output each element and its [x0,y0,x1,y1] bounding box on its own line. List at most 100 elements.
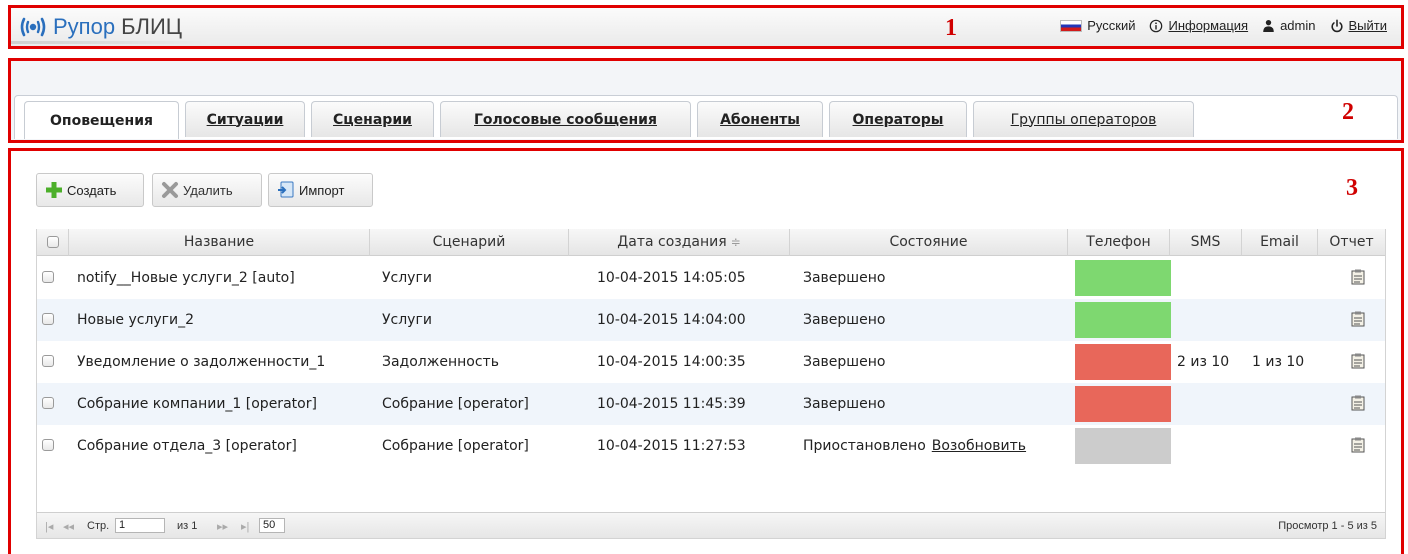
row-date: 10-04-2015 11:45:39 [597,396,746,412]
column-header-email[interactable]: Email [1242,229,1318,256]
row-state-label: Завершено [803,270,886,286]
logo-suffix: БЛИЦ [121,14,183,39]
row-sms: 2 из 10 [1177,354,1230,370]
column-header-name[interactable]: Название [69,229,370,256]
row-state-label: Приостановлено [803,438,926,454]
report-icon[interactable] [1351,437,1365,453]
row-name: Уведомление о задолженности_1 [77,354,326,370]
per-page-select[interactable]: 50 [259,518,285,533]
tab-notifications[interactable]: Оповещения [24,101,179,139]
row-state: Завершено [803,341,885,383]
pager: |◂ ◂◂ Стр. 1 из 1 ▸▸ ▸| 50 Просмотр 1 - … [37,512,1385,538]
report-icon[interactable] [1351,353,1365,369]
import-label: Импорт [299,182,345,198]
top-header: Рупор БЛИЦ 1 Русский Информация admin Вы… [8,5,1404,49]
row-checkbox[interactable] [42,397,54,409]
column-header-report[interactable]: Отчет [1318,229,1385,256]
select-all-checkbox[interactable] [46,236,59,248]
user-menu: Русский Информация admin Выйти [1046,18,1387,33]
row-name: Собрание компании_1 [operator] [77,396,317,412]
logo-underline [11,41,211,44]
phone-status-bar [1075,386,1171,422]
delete-label: Удалить [183,182,233,198]
column-header-scenario[interactable]: Сценарий [370,229,569,256]
row-name: Собрание отдела_3 [operator] [77,438,297,454]
select-all-header [37,229,69,256]
page-label: Стр. [87,520,110,532]
date-header-label: Дата создания [617,234,727,250]
row-state: Завершено [803,257,885,299]
broadcast-icon [20,17,46,37]
row-checkbox[interactable] [42,271,54,283]
row-state-label: Завершено [803,312,886,328]
row-state-label: Завершено [803,354,886,370]
russian-flag-icon [1060,19,1083,32]
tab-operator-groups[interactable]: Группы операторов [973,101,1194,137]
row-date: 10-04-2015 14:00:35 [597,354,746,370]
language-label: Русский [1087,18,1136,33]
page-count: из 1 [177,520,198,532]
records-summary: Просмотр 1 - 5 из 5 [1278,520,1377,532]
logout-label: Выйти [1348,18,1388,33]
table-row[interactable]: notify__Новые услуги_2 [auto] Услуги 10-… [37,257,1385,299]
row-state: Приостановлено Возобновить [803,425,1026,467]
create-label: Создать [67,182,117,198]
report-icon[interactable] [1351,311,1365,327]
phone-status-bar [1075,344,1171,380]
page-input[interactable]: 1 [115,518,165,533]
app-logo[interactable]: Рупор БЛИЦ [19,13,182,41]
info-link[interactable]: Информация [1149,18,1248,33]
row-date: 10-04-2015 11:27:53 [597,438,746,454]
row-checkbox[interactable] [42,355,54,367]
report-icon[interactable] [1351,395,1365,411]
row-checkbox[interactable] [42,439,54,451]
column-header-state[interactable]: Состояние [790,229,1068,256]
column-header-date[interactable]: Дата создания ≑ [569,229,790,256]
last-page-icon[interactable]: ▸| [241,513,249,539]
phone-status-bar [1075,302,1171,338]
row-checkbox[interactable] [42,313,54,325]
info-icon [1150,19,1163,32]
resume-link[interactable]: Возобновить [932,438,1026,454]
import-button[interactable]: Импорт [268,173,373,207]
delete-x-icon [162,182,178,198]
section-marker-2: 2 [1342,99,1354,125]
logout-link[interactable]: Выйти [1330,18,1388,33]
row-date: 10-04-2015 14:05:05 [597,270,746,286]
row-state: Завершено [803,383,885,425]
tab-subscribers[interactable]: Абоненты [697,101,823,137]
report-icon[interactable] [1351,269,1365,285]
row-scenario: Собрание [operator] [382,438,529,454]
tab-operators[interactable]: Операторы [829,101,967,137]
row-scenario: Задолженность [382,354,499,370]
delete-button[interactable]: Удалить [152,173,262,207]
info-label: Информация [1168,18,1249,33]
prev-page-icon[interactable]: ◂◂ [63,513,74,539]
tab-situations[interactable]: Ситуации [185,101,305,137]
table-row[interactable]: Собрание компании_1 [operator] Собрание … [37,383,1385,425]
row-name: Новые услуги_2 [77,312,195,328]
row-date: 10-04-2015 14:04:00 [597,312,746,328]
row-state-label: Завершено [803,396,886,412]
next-page-icon[interactable]: ▸▸ [217,513,228,539]
column-header-phone[interactable]: Телефон [1068,229,1170,256]
table-row[interactable]: Новые услуги_2 Услуги 10-04-2015 14:04:0… [37,299,1385,341]
first-page-icon[interactable]: |◂ [45,513,53,539]
username: admin [1280,18,1316,33]
power-icon [1330,19,1343,32]
import-icon [278,181,294,198]
plus-icon [46,182,62,198]
row-scenario: Услуги [382,312,432,328]
phone-status-bar [1075,260,1171,296]
language-selector[interactable]: Русский [1060,18,1135,33]
user-account[interactable]: admin [1262,18,1316,33]
tab-voice-messages[interactable]: Голосовые сообщения [440,101,691,137]
table-row[interactable]: Уведомление о задолженности_1 Задолженно… [37,341,1385,383]
tab-scenarios[interactable]: Сценарии [311,101,434,137]
column-header-sms[interactable]: SMS [1170,229,1242,256]
sort-icon: ≑ [730,235,741,249]
row-scenario: Собрание [operator] [382,396,529,412]
table-row[interactable]: Собрание отдела_3 [operator] Собрание [o… [37,425,1385,467]
create-button[interactable]: Создать [36,173,144,207]
row-name: notify__Новые услуги_2 [auto] [77,270,295,286]
